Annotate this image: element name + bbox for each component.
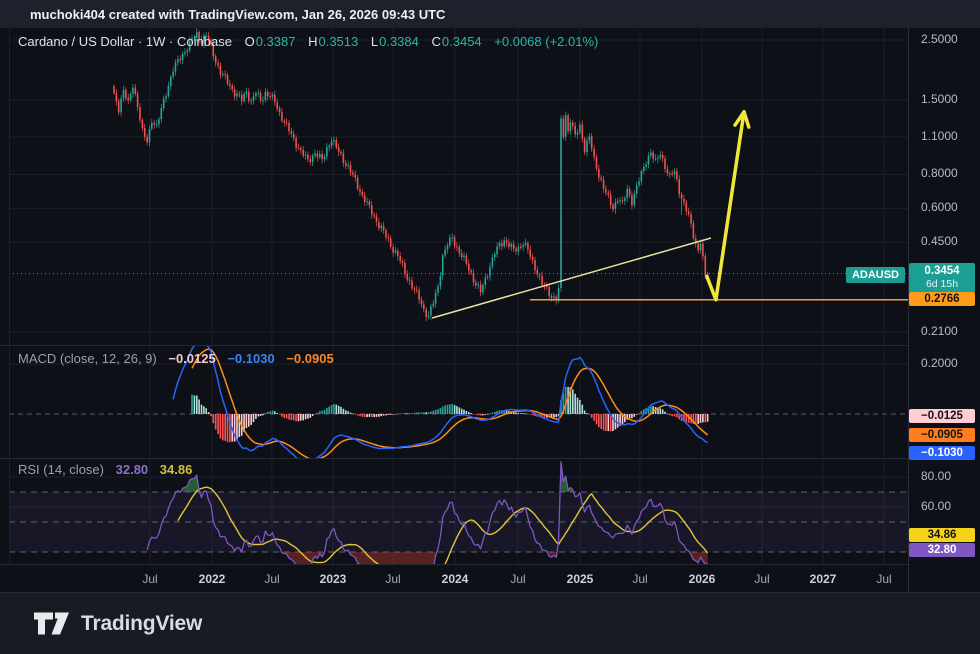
price-pane[interactable] [0, 28, 908, 345]
support-level-badge: 0.2766 [909, 292, 975, 306]
time-axis-label: 2026 [689, 572, 716, 586]
price-axis-tick: 0.2100 [921, 324, 958, 338]
attribution-bar: muchoki404 created with TradingView.com,… [0, 0, 980, 28]
time-scale[interactable]: Jul 2022 Jul 2023 Jul 2024 Jul 2025 Jul 2026 Jul 20… [0, 565, 908, 592]
interval-label[interactable]: 1W [146, 34, 166, 49]
high-value: 0.3513 [318, 34, 358, 49]
time-axis-label: Jul [385, 572, 400, 586]
rsi-ma-badge: 34.86 [909, 528, 975, 542]
rsi-name: RSI [18, 462, 40, 477]
macd-signal-value: −0.0905 [286, 351, 333, 366]
close-label: C0.3454 [432, 34, 482, 49]
separator-dot: · [138, 34, 142, 49]
time-axis-label: Jul [142, 572, 157, 586]
pane-separator-price-macd[interactable] [0, 345, 908, 346]
time-axis-label: Jul [876, 572, 891, 586]
rsi-oversold-fill [691, 552, 708, 564]
current-price-value: 0.3454 [909, 265, 975, 278]
price-axis-tick: 0.4500 [921, 234, 958, 248]
low-value: 0.3384 [379, 34, 419, 49]
tradingview-logo-text[interactable]: TradingView [81, 612, 202, 636]
price-axis-tick: 0.8000 [921, 166, 958, 180]
tradingview-logo-icon[interactable] [34, 611, 70, 636]
arrow-head [744, 112, 749, 127]
macd-legend[interactable]: MACD (close, 12, 26, 9) −0.0125 −0.1030 … [18, 351, 334, 366]
symbol-price-label: ADAUSD [846, 267, 905, 283]
current-price-badge: 0.3454 6d 15h [909, 263, 975, 293]
tradingview-chart-page: { "top_bar": { "attribution": "muchoki40… [0, 0, 980, 654]
macd-hist-badge: −0.0125 [909, 409, 975, 423]
arrow-drawing [707, 112, 744, 300]
rsi-axis-tick: 80.00 [921, 469, 951, 483]
price-scale-border [908, 28, 909, 592]
rsi-value-badge: 32.80 [909, 543, 975, 557]
time-axis-label: Jul [632, 572, 647, 586]
rsi-axis-tick: 60.00 [921, 499, 951, 513]
rsi-params: (14, close) [43, 462, 104, 477]
footer-bar: TradingView [0, 592, 980, 654]
price-axis-tick: 2.5000 [921, 32, 958, 46]
low-label: L0.3384 [371, 34, 419, 49]
price-axis-tick: 1.1000 [921, 129, 958, 143]
rsi-oversold-fill [351, 552, 436, 564]
rsi-value: 32.80 [116, 462, 149, 477]
price-grid-vertical [150, 28, 884, 345]
time-axis-label: Jul [754, 572, 769, 586]
time-axis-label: 2027 [810, 572, 837, 586]
macd-params: (close, 12, 26, 9) [60, 351, 157, 366]
rsi-legend[interactable]: RSI (14, close) 32.80 34.86 [18, 462, 192, 477]
high-label: H0.3513 [308, 34, 358, 49]
macd-signal-badge: −0.0905 [909, 428, 975, 442]
price-grid-horizontal [9, 40, 908, 332]
bar-countdown: 6d 15h [909, 278, 975, 291]
price-axis-tick: 1.5000 [921, 92, 958, 106]
open-label: O0.3387 [245, 34, 296, 49]
symbol-legend[interactable]: Cardano / US Dollar · 1W · Coinbase O0.3… [18, 34, 598, 49]
attribution-text: muchoki404 created with TradingView.com,… [30, 7, 445, 22]
symbol-title: Cardano / US Dollar [18, 34, 134, 49]
time-axis-label: Jul [510, 572, 525, 586]
open-value: 0.3387 [256, 34, 296, 49]
time-axis-label: 2025 [567, 572, 594, 586]
separator-dot: · [169, 34, 173, 49]
close-value: 0.3454 [442, 34, 482, 49]
exchange-label: Coinbase [177, 34, 232, 49]
change-value: +0.0068 (+2.01%) [494, 34, 598, 49]
rsi-ma-value: 34.86 [160, 462, 193, 477]
macd-line-badge: −0.1030 [909, 446, 975, 460]
time-axis-label: 2024 [442, 572, 469, 586]
time-axis-label: 2022 [199, 572, 226, 586]
price-axis-tick: 0.6000 [921, 200, 958, 214]
macd-axis-tick: 0.2000 [921, 356, 958, 370]
pane-separator-macd-rsi[interactable] [0, 458, 908, 459]
macd-line-value: −0.1030 [227, 351, 274, 366]
macd-name: MACD [18, 351, 56, 366]
time-axis-label: Jul [264, 572, 279, 586]
macd-hist-value: −0.0125 [168, 351, 215, 366]
time-axis-label: 2023 [320, 572, 347, 586]
plot-left-border [9, 28, 10, 565]
